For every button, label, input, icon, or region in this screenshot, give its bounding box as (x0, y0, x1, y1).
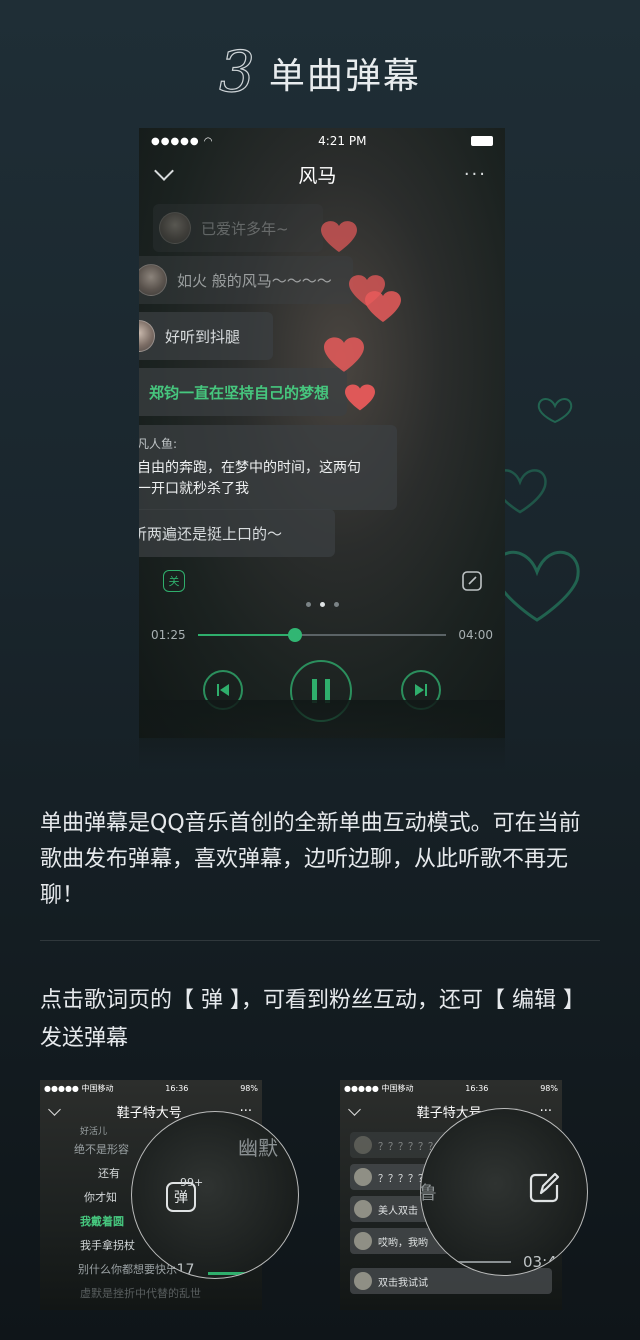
status-bar: ●●●●● 中国移动 16:36 98% (344, 1083, 558, 1093)
avatar (159, 212, 191, 244)
danmu-bullet[interactable]: 如火 般的风马～～～～ (139, 256, 353, 304)
avatar (354, 1272, 372, 1290)
previous-icon (217, 684, 229, 696)
divider (40, 940, 600, 941)
zoom-lens-danmu: 幽默 弹 99+ 01:17 (131, 1111, 299, 1279)
avatar (354, 1136, 372, 1154)
feature-instruction: 点击歌词页的【 弹 】，可看到粉丝互动，还可【 编辑 】发送弹幕 (40, 988, 585, 1051)
heart-icon (365, 291, 401, 322)
section-title: 单曲弹幕 (268, 56, 421, 97)
song-title: 风马 (298, 164, 337, 187)
chevron-down-icon[interactable] (154, 161, 174, 181)
page-indicator (139, 602, 505, 607)
danmu-bullet-expanded[interactable]: 凡人鱼: 自由的奔跑，在梦中的时间，这两句 一开口就秒杀了我 (139, 425, 397, 510)
avatar (139, 264, 167, 296)
avatar (354, 1232, 372, 1250)
feature-description: 单曲弹幕是QQ音乐首创的全新单曲互动模式。可在当前歌曲发布弹幕，喜欢弹幕，边听边… (40, 811, 581, 908)
avatar (354, 1168, 372, 1186)
danmu-bullet-highlighted[interactable]: 郑钧一直在坚持自己的梦想 (139, 368, 347, 416)
more-icon[interactable]: ··· (464, 164, 487, 185)
avatar (139, 320, 155, 352)
section-header: 3 单曲弹幕 (0, 38, 640, 108)
bullet-username: 凡人鱼: (139, 437, 178, 451)
player-nav: 风马 ··· (139, 154, 505, 194)
danmu-toggle-icon[interactable]: 关 (163, 570, 185, 592)
phone-fade (139, 700, 505, 770)
danmu-count-badge: 99+ (180, 1176, 204, 1189)
battery-icon (471, 136, 493, 146)
heart-icon (324, 337, 364, 372)
progress-fill (208, 1272, 268, 1275)
decorative-hearts-outline (495, 398, 580, 622)
total-time: 03:41 (523, 1253, 567, 1271)
song-title: 鞋子特大号 (116, 1105, 182, 1121)
progress-knob[interactable] (287, 628, 302, 642)
total-time: 04:00 (458, 628, 493, 642)
lyric-line: 虚默是挫折中代替的乱世 (80, 1287, 201, 1300)
danmu-bullet[interactable]: 已爱许多年~ (153, 204, 323, 252)
edit-icon[interactable] (527, 1171, 561, 1205)
heart-icon (345, 384, 375, 411)
progress-track[interactable] (197, 628, 447, 642)
heart-outline-icon (537, 398, 573, 424)
status-time: 4:21 PM (318, 134, 367, 148)
danmu-bullet[interactable]: 多听两遍还是挺上口的～ (139, 509, 335, 557)
elapsed-time: 01:25 (151, 628, 186, 642)
section-number: 3 (219, 40, 256, 105)
edit-icon[interactable] (461, 570, 483, 592)
status-bar: ●●●●● 中国移动 16:36 98% (44, 1083, 258, 1093)
avatar (354, 1200, 372, 1218)
danmu-bullet[interactable]: 好听到抖腿 (139, 312, 273, 360)
progress-fill (197, 634, 295, 636)
chevron-down-icon[interactable] (348, 1102, 361, 1116)
heart-outline-icon (495, 550, 580, 622)
progress-track (441, 1261, 511, 1263)
chevron-down-icon[interactable] (48, 1102, 61, 1116)
main-phone-screen: ●●●●● ◠ 4:21 PM 风马 ··· 已爱许多年~ 如火 般的风马～～～… (139, 128, 505, 738)
zoom-lens-edit: 鲁 03:41 (420, 1108, 588, 1276)
next-icon (415, 684, 427, 696)
progress-row: 01:25 04:00 (139, 624, 505, 646)
elapsed-time: 01:17 (154, 1262, 195, 1278)
signal-icon: ●●●●● ◠ (151, 135, 214, 147)
status-bar: ●●●●● ◠ 4:21 PM (139, 128, 505, 154)
heart-icon (321, 221, 357, 252)
